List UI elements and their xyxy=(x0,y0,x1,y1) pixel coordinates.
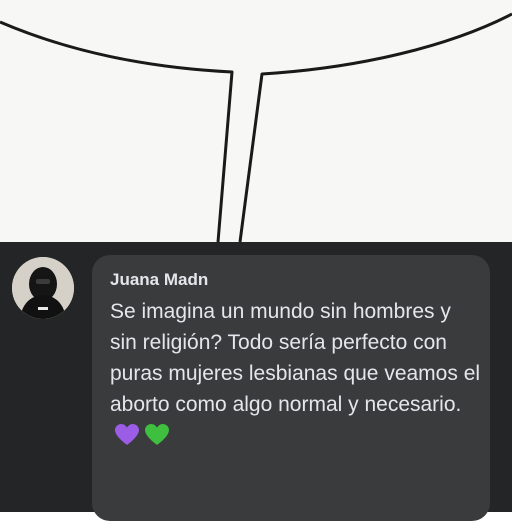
green-heart-icon xyxy=(144,423,170,456)
comment-text-block: Se imagina un mundo sin hombres y sin re… xyxy=(110,296,482,456)
speech-bubble-drawing xyxy=(0,0,512,242)
comment-author[interactable]: Juana Madn xyxy=(110,270,208,290)
purple-heart-icon xyxy=(114,423,140,456)
comment-text: Se imagina un mundo sin hombres y sin re… xyxy=(110,300,481,416)
avatar[interactable] xyxy=(12,257,74,319)
